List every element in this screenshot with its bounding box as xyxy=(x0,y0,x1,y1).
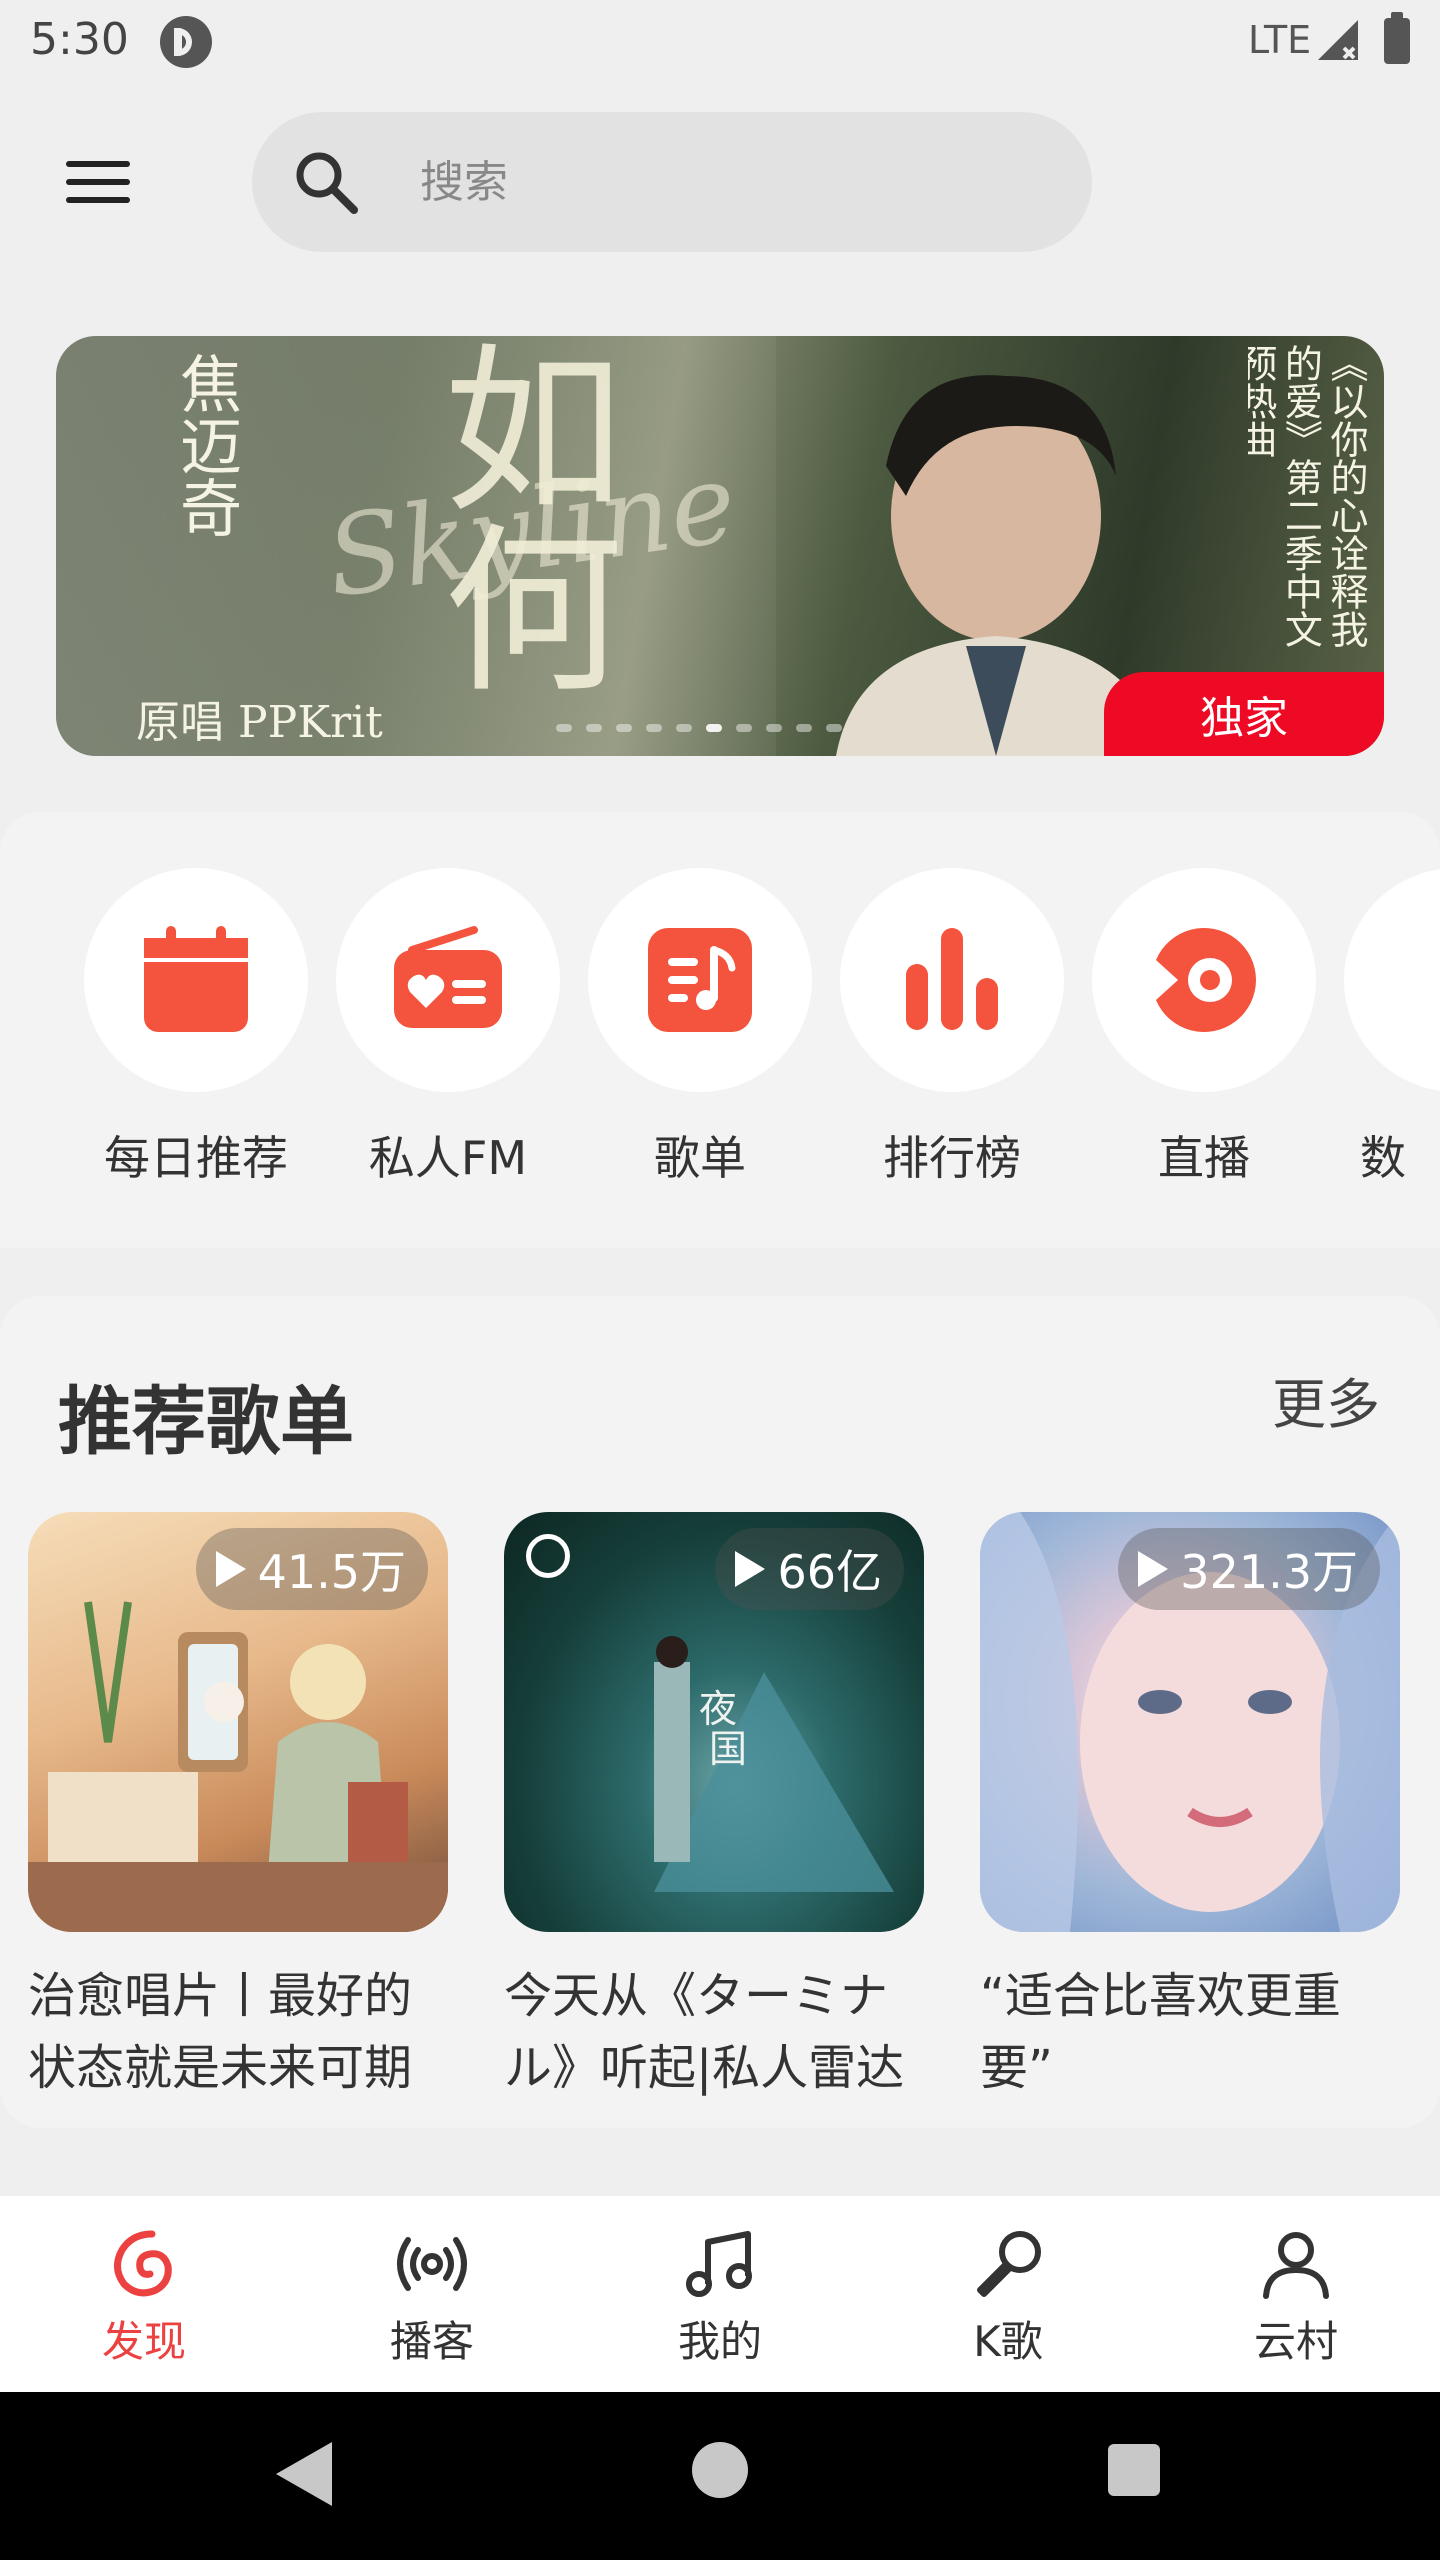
page-dot xyxy=(796,724,812,732)
search-input[interactable] xyxy=(420,148,1020,216)
quick-nav-icon-circle xyxy=(1092,868,1316,1092)
nav-label: 发现 xyxy=(101,2317,186,2366)
quick-nav-charts[interactable]: 排行榜 xyxy=(840,868,1064,1188)
page-dot xyxy=(616,724,632,732)
nav-karaoke[interactable]: K歌 xyxy=(908,2226,1108,2369)
quick-nav-label: 私人FM xyxy=(368,1131,528,1185)
banner-side-text: 《以你的心诠释我的爱》第二季中文预热曲 xyxy=(1248,344,1368,648)
bottom-nav: 发现 播客 我的 K歌 云村 xyxy=(0,2196,1440,2392)
quick-nav-playlist[interactable]: 歌单 xyxy=(588,868,812,1188)
quick-nav-label: 歌单 xyxy=(654,1131,746,1185)
quick-nav-icon-circle xyxy=(84,868,308,1092)
quick-nav-label: 直播 xyxy=(1158,1131,1250,1185)
nav-label: 我的 xyxy=(677,2317,762,2366)
playlist-cover: 321.3万 xyxy=(980,1512,1400,1932)
more-button[interactable]: 更多 xyxy=(1272,1360,1380,1439)
page-dot xyxy=(556,724,572,732)
nav-community[interactable]: 云村 xyxy=(1196,2226,1396,2369)
system-nav-bar xyxy=(0,2392,1440,2560)
search-icon xyxy=(296,152,358,214)
podcast-icon xyxy=(397,2237,467,2291)
play-count: 66亿 xyxy=(715,1528,904,1610)
svg-text:国: 国 xyxy=(709,1727,747,1771)
nav-mine[interactable]: 我的 xyxy=(620,2226,820,2369)
quick-nav-live[interactable]: 直播 xyxy=(1092,868,1316,1188)
music-note-icon xyxy=(686,2231,752,2297)
play-count: 321.3万 xyxy=(1118,1528,1380,1610)
status-time: 5:30 xyxy=(30,14,129,65)
banner-carousel[interactable]: 焦迈奇 Skyline 如何 原唱 PPKrit 《以你的心诠释我的爱》第二季中… xyxy=(56,336,1384,756)
quick-nav-label: 数 xyxy=(1360,1131,1406,1185)
menu-icon-line xyxy=(66,197,130,203)
page-dot xyxy=(826,724,842,732)
nav-label: K歌 xyxy=(973,2317,1043,2366)
menu-icon-line xyxy=(66,179,130,185)
nav-label: 播客 xyxy=(389,2317,474,2366)
quick-nav-label: 排行榜 xyxy=(883,1131,1021,1185)
playlist-title: 治愈唱片丨最好的状态就是未来可期 xyxy=(28,1968,413,2096)
page-dot xyxy=(676,724,692,732)
app-notification-icon xyxy=(160,16,212,68)
playlist-title: “适合比喜欢更重要” xyxy=(980,1968,1341,2096)
page-dot xyxy=(736,724,752,732)
netease-logo-icon xyxy=(526,1534,570,1578)
banner-song-title: 如何 xyxy=(412,336,621,696)
menu-button[interactable] xyxy=(50,145,146,225)
quick-nav-fm[interactable]: 私人FM xyxy=(336,868,560,1188)
community-icon xyxy=(1263,2232,1329,2299)
play-count-text: 321.3万 xyxy=(1180,1545,1358,1599)
banner-badge: 独家 xyxy=(1104,672,1384,756)
playlist-cover: 41.5万 xyxy=(28,1512,448,1932)
network-type: LTE xyxy=(1248,18,1312,62)
quick-nav-daily[interactable]: 每日推荐 xyxy=(84,868,308,1188)
search-bar[interactable] xyxy=(252,112,1092,252)
quick-nav-icon-circle xyxy=(588,868,812,1092)
nav-label: 云村 xyxy=(1253,2317,1338,2366)
radio-icon xyxy=(394,926,502,1028)
playlist-card[interactable]: 夜 国 66亿 今天从《ターミナル》听起|私人雷达 xyxy=(504,1512,924,2104)
quick-nav-icon-circle xyxy=(336,868,560,1092)
quick-nav-label: 每日推荐 xyxy=(104,1131,288,1185)
menu-icon-line xyxy=(66,161,130,167)
svg-text:夜: 夜 xyxy=(699,1687,737,1731)
playlist-card[interactable]: 41.5万 治愈唱片丨最好的状态就是未来可期 xyxy=(28,1512,448,2104)
home-icon[interactable] xyxy=(692,2442,748,2498)
banner-artist-name: 焦迈奇 xyxy=(169,352,242,538)
page-dot-active xyxy=(706,724,722,732)
nav-podcast[interactable]: 播客 xyxy=(332,2226,532,2369)
recent-apps-icon[interactable] xyxy=(1108,2444,1160,2496)
banner-page-indicator xyxy=(556,724,842,732)
recommended-playlists: 推荐歌单 更多 41.5万 治愈唱片丨最好的状态就是未来可期 夜 国 66亿 今… xyxy=(0,1296,1440,2128)
battery-icon xyxy=(1384,12,1410,64)
play-count-text: 66亿 xyxy=(777,1545,882,1599)
section-title: 推荐歌单 xyxy=(58,1379,354,1465)
calendar-icon xyxy=(144,926,248,1032)
back-icon[interactable] xyxy=(276,2442,332,2506)
signal-icon xyxy=(1318,20,1358,60)
page-dot xyxy=(646,724,662,732)
play-icon xyxy=(735,1551,766,1587)
playlist-title: 今天从《ターミナル》听起|私人雷达 xyxy=(504,1968,905,2096)
play-count: 41.5万 xyxy=(195,1528,428,1610)
quick-nav-more[interactable]: 数 xyxy=(1344,868,1440,1188)
discover-icon xyxy=(114,2230,172,2297)
page-dot xyxy=(766,724,782,732)
quick-nav-icon-circle xyxy=(1344,868,1440,1092)
page-dot xyxy=(586,724,602,732)
play-icon xyxy=(1138,1551,1169,1587)
play-count-text: 41.5万 xyxy=(257,1545,406,1599)
playlist-cover: 夜 国 66亿 xyxy=(504,1512,924,1932)
playlist-icon xyxy=(648,928,752,1032)
quick-nav-icon-circle xyxy=(840,868,1064,1092)
banner-credit: 原唱 PPKrit xyxy=(136,697,383,748)
quick-nav: 每日推荐 私人FM 歌单 排行榜 直播 数 xyxy=(0,812,1440,1248)
status-bar: 5:30 LTE xyxy=(0,0,1440,84)
chart-icon xyxy=(906,928,998,1030)
nav-discover[interactable]: 发现 xyxy=(44,2226,244,2369)
playlist-card[interactable]: 321.3万 “适合比喜欢更重要” xyxy=(980,1512,1400,2104)
live-icon xyxy=(1156,928,1256,1032)
microphone-icon xyxy=(977,2231,1041,2297)
play-icon xyxy=(215,1551,246,1587)
